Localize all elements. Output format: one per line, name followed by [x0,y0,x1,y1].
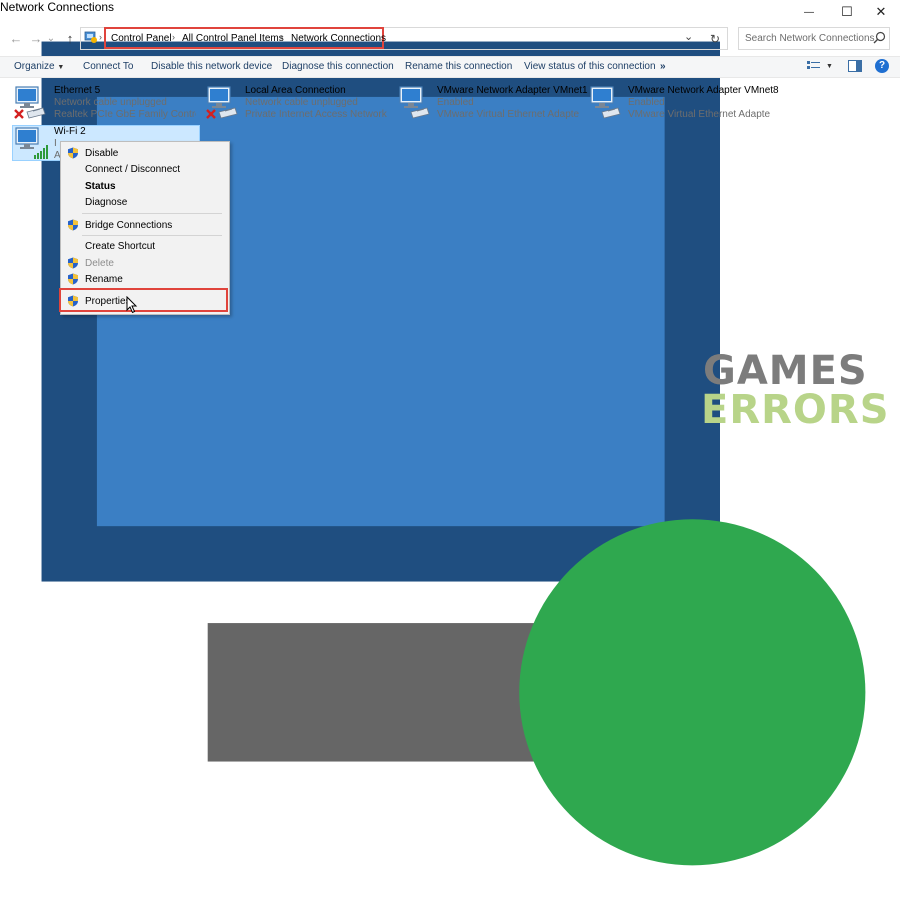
menu-separator [82,235,222,236]
menu-item-create-shortcut[interactable]: Create Shortcut [85,241,155,252]
adapter-name: VMware Network Adapter VMnet1 [437,85,588,96]
adapter-status: Enabled [628,97,665,108]
uac-shield-icon [68,219,78,231]
refresh-button[interactable]: ↻ [706,30,724,48]
menu-item-rename[interactable]: Rename [85,274,123,285]
change-view-icon[interactable] [807,60,821,72]
error-x-icon [14,109,24,119]
back-arrow-icon: ← [9,30,23,46]
view-options-dropdown[interactable]: ▼ [826,63,833,70]
menu-item-connect-disconnect[interactable]: Connect / Disconnect [85,164,180,175]
network-adapter-icon [399,86,430,119]
adapter-device: Realtek PCIe GbE Family Controll... [54,109,196,120]
adapter-device: Private Internet Access Network A... [245,109,389,120]
breadcrumb-network-connections[interactable]: Network Connections [291,33,386,44]
menu-item-diagnose[interactable]: Diagnose [85,197,127,208]
uac-shield-icon [68,257,78,269]
adapter-name: Ethernet 5 [54,85,101,96]
breadcrumb-separator[interactable]: › [172,32,175,42]
minimize-button[interactable]: — [791,0,827,24]
adapter-name: Wi-Fi 2 [54,126,86,137]
more-commands-button[interactable]: » [660,61,666,72]
close-button[interactable]: ✕ [863,0,899,24]
diagnose-connection-button[interactable]: Diagnose this connection [282,61,394,72]
error-x-icon [206,109,216,119]
menu-item-delete: Delete [85,258,114,269]
disable-device-button[interactable]: Disable this network device [151,61,272,72]
back-button[interactable]: ← [8,30,24,46]
menu-separator [82,213,222,214]
breadcrumb-all-items[interactable]: All Control Panel Items [182,33,284,44]
recent-locations-button[interactable]: ⌄ [46,30,56,46]
mouse-cursor-icon [126,296,138,314]
forward-arrow-icon: → [29,30,43,46]
view-status-button[interactable]: View status of this connection [524,61,656,72]
connect-to-button[interactable]: Connect To [83,61,133,72]
up-arrow-icon: ↑ [66,30,74,46]
window-title: Network Connections [0,0,115,14]
help-button[interactable]: ? [875,59,889,73]
maximize-icon: ☐ [841,4,853,19]
menu-item-properties[interactable]: Properties [85,296,131,307]
signal-bars-icon [34,145,48,159]
organize-button[interactable]: Organize ▼ [14,61,64,72]
organize-label: Organize [14,61,55,72]
preview-pane-icon[interactable] [848,60,862,72]
maximize-button[interactable]: ☐ [829,0,865,24]
rename-connection-button[interactable]: Rename this connection [405,61,512,72]
up-button[interactable]: ↑ [62,30,78,46]
uac-shield-icon [68,273,78,285]
control-panel-icon [84,31,97,43]
refresh-icon: ↻ [709,32,721,46]
breadcrumb-separator[interactable]: › [280,32,283,42]
search-placeholder: Search Network Connections [745,33,875,44]
network-adapter-icon [590,86,621,119]
adapter-status: I [54,138,57,149]
adapter-device: VMware Virtual Ethernet Adapter ... [628,109,770,120]
watermark-line-2: ERRORS [701,387,890,433]
adapter-status: Enabled [437,97,474,108]
address-dropdown-button[interactable]: ⌄ [684,30,693,43]
uac-shield-icon [68,295,78,307]
menu-item-disable[interactable]: Disable [85,148,118,159]
adapter-name: VMware Network Adapter VMnet8 [628,85,779,96]
forward-button[interactable]: → [28,30,44,46]
menu-item-bridge-connections[interactable]: Bridge Connections [85,220,172,231]
breadcrumb-separator: › [99,32,102,42]
adapter-device: VMware Virtual Ethernet Adapter ... [437,109,579,120]
close-icon: ✕ [875,4,887,19]
help-icon: ? [878,60,886,71]
menu-item-status[interactable]: Status [85,181,116,192]
chevron-down-icon: ⌄ [46,32,56,44]
adapter-status: Network cable unplugged [245,97,358,108]
breadcrumb-control-panel[interactable]: Control Panel [111,33,172,44]
adapter-status: Network cable unplugged [54,97,167,108]
dropdown-arrow-icon: ▼ [57,64,65,71]
adapter-name: Local Area Connection [245,85,346,96]
search-icon[interactable] [873,31,886,44]
minimize-icon: — [804,6,814,18]
uac-shield-icon [68,147,78,159]
